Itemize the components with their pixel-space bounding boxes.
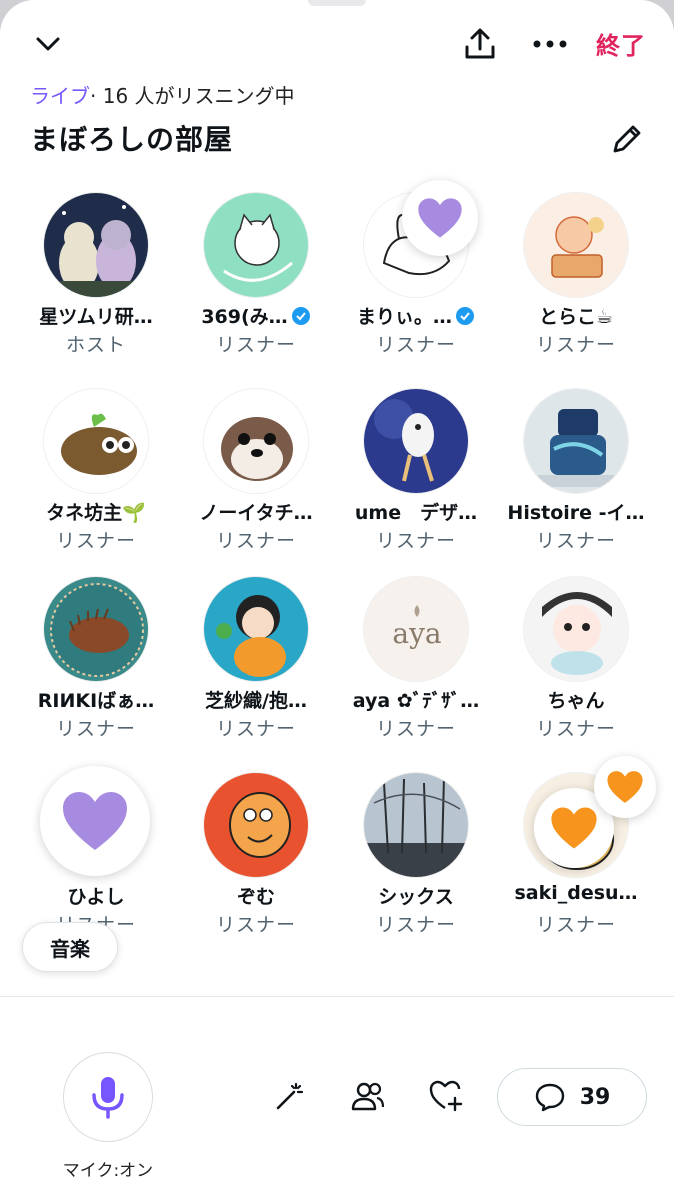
sheet-grabber[interactable] — [308, 0, 366, 6]
participant-role: リスナー — [215, 334, 296, 356]
participant-name: Histoire -イ… — [507, 502, 645, 524]
participant-role: リスナー — [55, 718, 136, 740]
share-icon[interactable] — [458, 22, 502, 66]
avatar — [363, 772, 469, 878]
avatar: aya — [363, 576, 469, 682]
participant-tile[interactable]: シックス リスナー — [336, 768, 496, 948]
comment-icon — [535, 1083, 564, 1112]
participant-tile[interactable]: ぞむ リスナー — [176, 768, 336, 948]
heart-icon — [63, 792, 127, 850]
heart-plus-icon[interactable] — [424, 1074, 468, 1118]
live-label: ライブ — [30, 84, 90, 108]
spaces-sheet: 終了 ライブ· 16 人がリスニング中 まぼろしの部屋 星ツムリ研… ホスト 3… — [0, 0, 674, 1200]
avatar — [43, 192, 149, 298]
participant-name: まりぃ。… — [336, 302, 496, 329]
avatar — [523, 576, 629, 682]
participant-tile[interactable]: aya aya ✿ﾞﾃﾞｻﾞ… リスナー — [336, 572, 496, 752]
comments-button[interactable]: 39 — [497, 1068, 647, 1126]
participant-name: ひよし — [67, 886, 125, 908]
end-button[interactable]: 終了 — [596, 26, 646, 61]
mic-label: マイク:オン — [62, 1161, 154, 1181]
mic-button[interactable] — [63, 1052, 153, 1142]
avatar — [203, 388, 309, 494]
participant-name: タネ坊主🌱 — [46, 502, 146, 524]
divider — [0, 996, 674, 997]
speaking-heart-bubble — [40, 766, 150, 876]
participant-role: リスナー — [215, 530, 296, 552]
heart-icon — [418, 198, 462, 238]
people-icon[interactable] — [346, 1074, 390, 1118]
heart-icon — [551, 807, 597, 849]
avatar — [43, 576, 149, 682]
participant-tile[interactable]: ノーイタチ… リスナー — [176, 384, 336, 564]
participant-role: リスナー — [375, 530, 456, 552]
participant-role: リスナー — [375, 334, 456, 356]
participant-role: リスナー — [215, 718, 296, 740]
participant-tile[interactable]: Histoire -イ… リスナー — [496, 384, 656, 564]
magic-wand-icon[interactable] — [268, 1074, 312, 1118]
participant-tile[interactable]: 星ツムリ研… ホスト — [16, 188, 176, 368]
reaction-heart-bubble — [594, 756, 656, 818]
participant-name: saki_desu… — [514, 882, 638, 904]
avatar — [363, 388, 469, 494]
avatar — [203, 576, 309, 682]
participant-role: リスナー — [535, 718, 616, 740]
participant-tile[interactable]: ume デザ… リスナー — [336, 384, 496, 564]
top-bar: 終了 — [0, 18, 674, 68]
participant-role: リスナー — [375, 718, 456, 740]
participant-tile[interactable]: タネ坊主🌱 リスナー — [16, 384, 176, 564]
participant-name: とらこ☕ — [538, 306, 614, 328]
edit-icon[interactable] — [608, 120, 646, 158]
participant-role: リスナー — [535, 334, 616, 356]
participant-name: aya ✿ﾞﾃﾞｻﾞ… — [352, 690, 480, 712]
chevron-down-icon[interactable] — [26, 22, 70, 66]
participant-tile[interactable]: とらこ☕ リスナー — [496, 188, 656, 368]
participant-name: ume デザ… — [354, 502, 478, 524]
heart-icon — [607, 771, 643, 803]
participant-name: シックス — [378, 886, 454, 908]
reaction-heart-bubble — [402, 180, 478, 256]
participant-tile[interactable]: 369(み… リスナー — [176, 188, 336, 368]
avatar — [203, 772, 309, 878]
participant-name: RIИKIばぁ… — [37, 690, 155, 712]
participant-tile[interactable]: ひよし リスナー — [16, 766, 176, 948]
mic-icon — [92, 1077, 124, 1119]
participant-name: 芝紗織/抱… — [205, 690, 307, 712]
avatar — [523, 192, 629, 298]
verified-icon — [291, 307, 310, 325]
participant-tile[interactable]: RIИKIばぁ… リスナー — [16, 572, 176, 752]
participant-name: ノーイタチ… — [199, 502, 313, 524]
participant-role: リスナー — [55, 530, 136, 552]
participant-role: リスナー — [535, 530, 616, 552]
more-icon[interactable] — [528, 22, 572, 66]
participant-role: リスナー — [215, 914, 296, 936]
avatar — [43, 388, 149, 494]
comment-count: 39 — [579, 1084, 611, 1110]
participant-name: 369(み… — [176, 302, 336, 329]
avatar — [523, 388, 629, 494]
participant-role: ホスト — [65, 334, 126, 356]
participant-role: リスナー — [375, 914, 456, 936]
music-chip[interactable]: 音楽 — [22, 922, 118, 972]
listener-count: · 16 人がリスニング中 — [90, 84, 295, 108]
participant-tile[interactable]: saki_desu… リスナー — [496, 756, 656, 948]
verified-icon — [456, 307, 474, 325]
room-title: まぼろしの部屋 — [30, 123, 234, 156]
participant-tile[interactable]: ちゃん リスナー — [496, 572, 656, 752]
participant-name: 星ツムリ研… — [39, 306, 153, 328]
participant-tile[interactable]: 芝紗織/抱… リスナー — [176, 572, 336, 752]
live-status: ライブ· 16 人がリスニング中 — [30, 80, 295, 109]
participant-role: リスナー — [535, 914, 616, 936]
avatar — [203, 192, 309, 298]
participant-name: ちゃん — [547, 690, 605, 712]
participant-name: ぞむ — [236, 886, 275, 908]
svg-text:aya: aya — [392, 617, 441, 650]
